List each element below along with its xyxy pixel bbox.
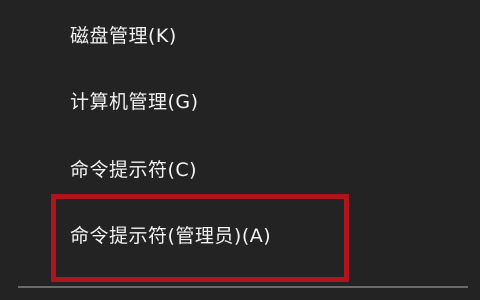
menu-item-command-prompt[interactable]: 命令提示符(C) xyxy=(0,146,480,190)
menu-item-computer-management[interactable]: 计算机管理(G) xyxy=(0,78,480,122)
menu-item-command-prompt-admin[interactable]: 命令提示符(管理员)(A) xyxy=(0,212,480,256)
menu-separator xyxy=(18,286,468,288)
context-menu: 磁盘管理(K) 计算机管理(G) 命令提示符(C) 命令提示符(管理员)(A) xyxy=(0,0,480,300)
menu-item-label: 磁盘管理(K) xyxy=(70,24,177,47)
menu-item-label: 命令提示符(管理员)(A) xyxy=(70,224,272,247)
menu-item-disk-management[interactable]: 磁盘管理(K) xyxy=(0,12,480,56)
menu-item-label: 计算机管理(G) xyxy=(70,90,199,113)
menu-item-label: 命令提示符(C) xyxy=(70,158,198,181)
